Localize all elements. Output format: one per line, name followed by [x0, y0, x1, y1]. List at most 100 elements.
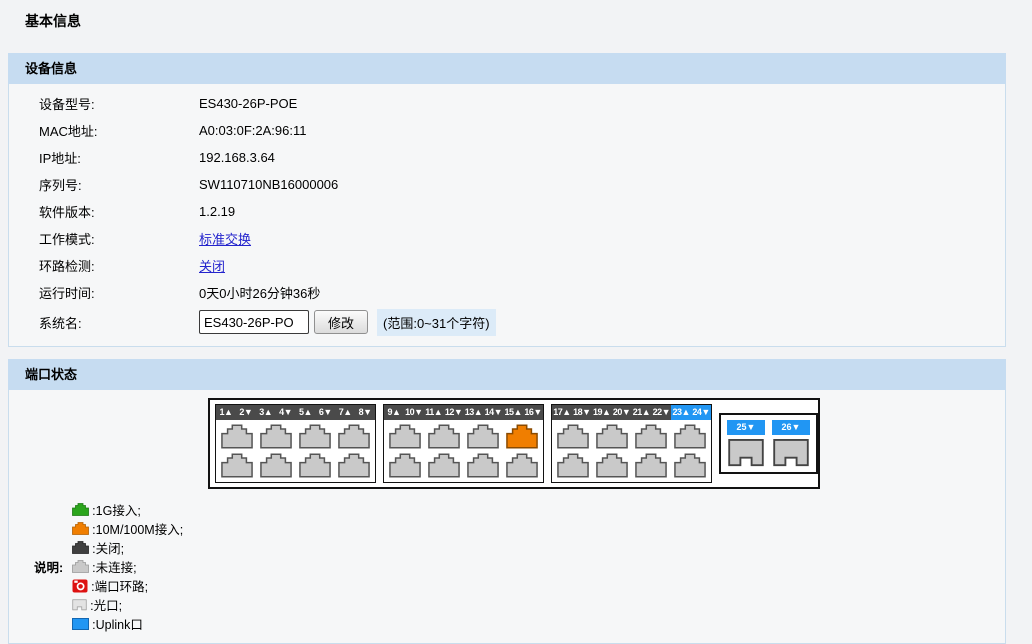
legend-item: :10M/100M接入;: [72, 519, 183, 538]
row-uptime-label: 运行时间:: [39, 283, 199, 302]
page-title: 基本信息: [0, 0, 1032, 53]
legend-title: 说明:: [34, 557, 63, 576]
port-24-rj45-icon[interactable]: [674, 453, 706, 478]
port-26-sfp-icon[interactable]: [772, 439, 810, 467]
port-number-label: 5▲: [296, 405, 316, 420]
row-firmware-label: 软件版本:: [39, 202, 199, 221]
row-workmode-label: 工作模式:: [39, 229, 199, 248]
port-18-rj45-icon[interactable]: [557, 453, 589, 478]
port-19-rj45-icon[interactable]: [596, 424, 628, 449]
row-ip-value: 192.168.3.64: [199, 150, 275, 165]
port-number-label: 12▼: [444, 405, 464, 420]
legend-item-label: :关闭;: [92, 538, 124, 557]
row-model-label: 设备型号:: [39, 94, 199, 113]
legend-item-label: :光口;: [90, 595, 122, 614]
loopdetect-link[interactable]: 关闭: [199, 256, 225, 275]
port-7-rj45-icon[interactable]: [338, 424, 370, 449]
port-number-label: 6▼: [315, 405, 335, 420]
port-number-label: 21▲: [632, 405, 652, 420]
row-serial-label: 序列号:: [39, 175, 199, 194]
row-uptime-value: 0天0小时26分钟36秒: [199, 283, 320, 302]
legend-item-label: :1G接入;: [92, 500, 141, 519]
row-sysname-label: 系统名:: [39, 313, 199, 332]
port-panel: 1▲2▼3▲4▼5▲6▼7▲8▼9▲10▼11▲12▼13▲14▼15▲16▼1…: [208, 398, 820, 489]
loop-detect-icon: [72, 579, 88, 593]
port-number-label: 13▲: [464, 405, 484, 420]
port-3-rj45-icon[interactable]: [260, 424, 292, 449]
row-workmode: 工作模式: 标准交换: [9, 225, 1005, 252]
row-ip: IP地址: 192.168.3.64: [9, 144, 1005, 171]
legend-rj45-icon: [72, 503, 89, 516]
port-group-header: 17▲18▼19▲20▼21▲22▼23▲24▼: [552, 405, 711, 420]
modify-button[interactable]: 修改: [314, 310, 368, 334]
port-11-rj45-icon[interactable]: [428, 424, 460, 449]
port-22-rj45-icon[interactable]: [635, 453, 667, 478]
port-5-rj45-icon[interactable]: [299, 424, 331, 449]
row-firmware: 软件版本: 1.2.19: [9, 198, 1005, 225]
port-group-grid: [384, 420, 543, 482]
port-8-rj45-icon[interactable]: [338, 453, 370, 478]
sysname-input[interactable]: [199, 310, 309, 334]
sfp-port: 25▼: [727, 420, 765, 467]
port-group-grid: [216, 420, 375, 482]
legend-item-label: :10M/100M接入;: [92, 519, 183, 538]
port-20-rj45-icon[interactable]: [596, 453, 628, 478]
port-number-label: 19▲: [592, 405, 612, 420]
port-group: 17▲18▼19▲20▼21▲22▼23▲24▼: [551, 404, 712, 483]
port-15-rj45-icon[interactable]: [506, 424, 538, 449]
legend-item: :光口;: [72, 595, 183, 614]
row-loopdetect-label: 环路检测:: [39, 256, 199, 275]
port-number-label: 16▼: [523, 405, 543, 420]
port-number-label: 24▼: [691, 405, 711, 420]
port-number-label: 23▲: [671, 405, 691, 420]
port-number-label: 18▼: [572, 405, 592, 420]
row-serial: 序列号: SW110710NB16000006: [9, 171, 1005, 198]
legend-item: :1G接入;: [72, 500, 183, 519]
port-number-label: 9▲: [384, 405, 404, 420]
sfp-port: 26▼: [772, 420, 810, 467]
row-mac-label: MAC地址:: [39, 121, 199, 140]
port-group-grid: [552, 420, 711, 482]
port-status-panel: 端口状态 1▲2▼3▲4▼5▲6▼7▲8▼9▲10▼11▲12▼13▲14▼15…: [8, 359, 1006, 644]
port-13-rj45-icon[interactable]: [467, 424, 499, 449]
port-number-label: 1▲: [216, 405, 236, 420]
legend-rj45-icon: [72, 560, 89, 573]
sfp-port-group: 25▼26▼: [719, 413, 818, 474]
port-group: 9▲10▼11▲12▼13▲14▼15▲16▼: [383, 404, 544, 483]
row-loopdetect: 环路检测: 关闭: [9, 252, 1005, 279]
workmode-link[interactable]: 标准交换: [199, 229, 251, 248]
port-number-label: 10▼: [404, 405, 424, 420]
port-number-label: 2▼: [236, 405, 256, 420]
port-23-rj45-icon[interactable]: [674, 424, 706, 449]
port-12-rj45-icon[interactable]: [428, 453, 460, 478]
port-9-rj45-icon[interactable]: [389, 424, 421, 449]
legend-item: :端口环路;: [72, 576, 183, 595]
row-mac-value: A0:03:0F:2A:96:11: [199, 123, 306, 138]
row-sysname: 系统名: 修改 (范围:0~31个字符): [9, 306, 1005, 338]
port-number-label: 3▲: [256, 405, 276, 420]
port-number-label: 7▲: [335, 405, 355, 420]
port-16-rj45-icon[interactable]: [506, 453, 538, 478]
port-14-rj45-icon[interactable]: [467, 453, 499, 478]
device-info-header: 设备信息: [8, 53, 1006, 84]
port-6-rj45-icon[interactable]: [299, 453, 331, 478]
legend-rj45-icon: [72, 522, 89, 535]
port-25-sfp-icon[interactable]: [727, 439, 765, 467]
legend-sfp-icon: [72, 599, 87, 611]
device-info-body: 设备型号: ES430-26P-POE MAC地址: A0:03:0F:2A:9…: [8, 84, 1006, 347]
port-10-rj45-icon[interactable]: [389, 453, 421, 478]
port-2-rj45-icon[interactable]: [221, 453, 253, 478]
port-17-rj45-icon[interactable]: [557, 424, 589, 449]
port-1-rj45-icon[interactable]: [221, 424, 253, 449]
port-number-label: 4▼: [276, 405, 296, 420]
legend-item: :Uplink口: [72, 614, 183, 633]
port-number-label: 20▼: [612, 405, 632, 420]
legend-rj45-icon: [72, 541, 89, 554]
port-21-rj45-icon[interactable]: [635, 424, 667, 449]
device-info-panel: 设备信息 设备型号: ES430-26P-POE MAC地址: A0:03:0F…: [8, 53, 1006, 347]
port-4-rj45-icon[interactable]: [260, 453, 292, 478]
row-serial-value: SW110710NB16000006: [199, 177, 338, 192]
legend-items: :1G接入;:10M/100M接入;:关闭;:未连接;:端口环路;:光口;:Up…: [67, 500, 183, 633]
port-number-label: 22▼: [651, 405, 671, 420]
row-ip-label: IP地址:: [39, 148, 199, 167]
